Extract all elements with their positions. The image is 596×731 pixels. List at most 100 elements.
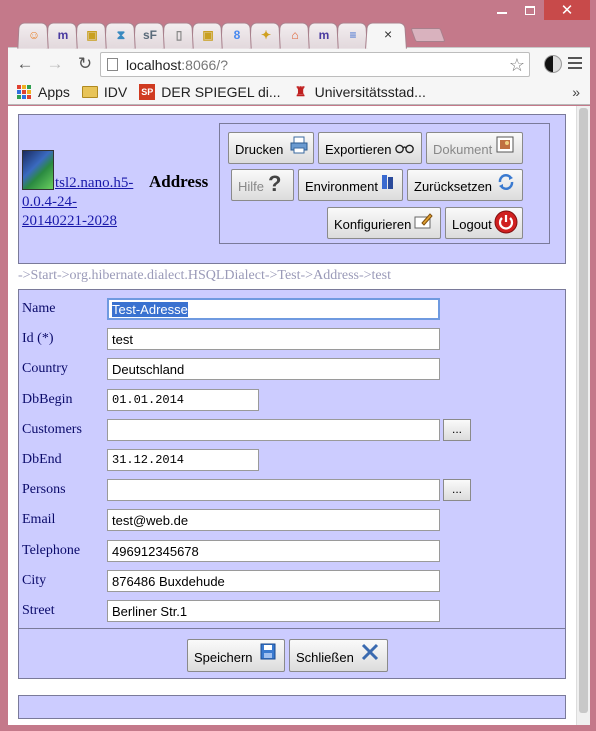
telephone-input[interactable]: 496912345678 — [107, 539, 440, 562]
page-icon — [107, 58, 118, 71]
new-tab-button[interactable] — [410, 28, 446, 42]
document-image-icon — [496, 136, 514, 153]
back-arrow-icon[interactable]: ← — [14, 54, 36, 74]
id-input[interactable]: test — [107, 328, 440, 351]
logout-label: Logout — [452, 217, 492, 232]
printer-icon — [290, 136, 308, 154]
page-title: Address — [149, 172, 209, 191]
bookmarks-bar: Apps IDV SP DER SPIEGEL di... ♜ Universi… — [8, 79, 590, 105]
label-street: Street — [22, 603, 55, 618]
label-persons: Persons — [22, 482, 66, 498]
scroll-thumb[interactable] — [579, 108, 588, 713]
bookmark-label: Apps — [38, 83, 70, 100]
menu-icon[interactable] — [568, 54, 582, 72]
sf-icon: sF — [142, 28, 157, 42]
vertical-scrollbar[interactable] — [576, 106, 590, 725]
page-viewport: tsl2.nano.h5-0.0.4-24-20140221-2028 Addr… — [8, 106, 590, 725]
persons-picker-button[interactable]: ... — [443, 479, 471, 502]
label-city: City — [22, 572, 47, 588]
docs-icon: ≡ — [349, 28, 357, 42]
app-version-link[interactable]: tsl2.nano.h5-0.0.4-24-20140221-2028 — [22, 174, 140, 231]
document-label: Dokument — [433, 142, 493, 157]
folder-icon — [81, 84, 98, 100]
logout-button[interactable]: Logout — [445, 207, 523, 239]
email-input[interactable]: test@web.de — [107, 509, 440, 532]
bookmark-idv[interactable]: IDV — [81, 83, 128, 100]
bookmark-apps[interactable]: Apps — [16, 84, 70, 100]
window-close-button[interactable]: ✕ — [544, 0, 590, 20]
help-button[interactable]: Hilfe ? — [231, 169, 294, 201]
configure-label: Konfigurieren — [334, 217, 412, 232]
city-input[interactable]: 876486 Buxdehude — [107, 569, 440, 592]
spiegel-icon: SP — [139, 83, 156, 100]
configure-button[interactable]: Konfigurieren — [327, 207, 441, 239]
environment-label: Environment — [305, 179, 378, 194]
home-icon: ⌂ — [291, 28, 299, 42]
print-button[interactable]: Drucken — [228, 132, 314, 164]
extension-icon[interactable] — [544, 55, 562, 73]
bookmarks-more-icon[interactable]: » — [572, 84, 580, 100]
address-bar[interactable]: localhost:8066/? ☆ — [100, 52, 530, 77]
maximize-button[interactable] — [516, 0, 544, 20]
browser-toolbar: ← → ↻ localhost:8066/? ☆ — [8, 47, 590, 79]
hourglass-icon: ⧗ — [116, 27, 126, 42]
action-button-group: Drucken Exportieren Dokument Hilfe ? Env… — [219, 123, 550, 244]
label-telephone: Telephone — [22, 542, 81, 558]
customers-input[interactable] — [107, 418, 440, 441]
export-label: Exportieren — [325, 142, 392, 157]
label-name: Name — [22, 301, 56, 316]
label-country: Country — [22, 361, 68, 377]
bookmark-label: DER SPIEGEL di... — [161, 83, 281, 100]
save-button[interactable]: Speichern — [187, 639, 285, 672]
label-dbbegin: DbBegin — [22, 391, 73, 407]
crest-icon: ♜ — [294, 83, 307, 99]
label-customers: Customers — [22, 421, 82, 437]
dbend-input[interactable]: 31.12.2014 — [107, 449, 259, 471]
bookmark-label: Universitätsstad... — [314, 83, 426, 100]
country-input[interactable]: Deutschland — [107, 358, 440, 381]
bookmark-star-icon[interactable]: ☆ — [509, 55, 525, 76]
reload-icon[interactable]: ↻ — [74, 54, 96, 74]
label-email: Email — [22, 512, 56, 528]
google-icon: 8 — [233, 28, 241, 42]
close-x-icon — [361, 643, 379, 661]
header-panel: tsl2.nano.h5-0.0.4-24-20140221-2028 Addr… — [18, 114, 566, 264]
minimize-button[interactable] — [488, 0, 516, 20]
m-logo-icon: m — [318, 28, 330, 42]
save-label: Speichern — [194, 650, 253, 665]
bookmark-university[interactable]: ♜ Universitätsstad... — [293, 84, 426, 100]
edit-pencil-icon — [414, 213, 433, 229]
briefcase-icon: ▣ — [202, 28, 214, 42]
label-dbend: DbEnd — [22, 452, 62, 467]
environment-button[interactable]: Environment — [298, 169, 403, 201]
reset-label: Zurücksetzen — [414, 179, 493, 194]
close-label: Schließen — [296, 650, 354, 665]
bookmark-spiegel[interactable]: SP DER SPIEGEL di... — [139, 83, 281, 100]
name-input[interactable]: Test-Adresse — [107, 298, 440, 320]
selected-text: Test-Adresse — [112, 302, 188, 317]
bookmark-label: IDV — [103, 83, 128, 100]
forward-arrow-icon[interactable]: → — [44, 54, 66, 74]
refresh-arrows-icon — [498, 174, 514, 190]
minimize-icon — [497, 12, 507, 14]
tab-close-icon[interactable]: × — [384, 26, 392, 42]
briefcase-icon: ▣ — [86, 28, 98, 42]
persons-input[interactable] — [107, 479, 440, 502]
form-actions-panel: Speichern Schließen — [18, 629, 566, 679]
power-icon — [494, 210, 518, 234]
m-logo-icon: m — [57, 28, 69, 42]
puzzle-icon: ✦ — [260, 28, 272, 42]
customers-picker-button[interactable]: ... — [443, 418, 471, 441]
floppy-disk-icon — [260, 643, 276, 660]
close-button[interactable]: Schließen — [289, 639, 388, 672]
maximize-icon — [525, 5, 535, 15]
document-icon: ▯ — [175, 28, 183, 42]
firefox-orange-icon: ☺ — [27, 28, 41, 42]
export-button[interactable]: Exportieren — [318, 132, 422, 164]
books-icon — [382, 175, 393, 189]
document-button[interactable]: Dokument — [426, 132, 523, 164]
dbbegin-input[interactable]: 01.01.2014 — [107, 388, 259, 411]
street-input[interactable]: Berliner Str.1 — [107, 600, 440, 622]
reset-button[interactable]: Zurücksetzen — [407, 169, 523, 201]
breadcrumb[interactable]: ->Start->org.hibernate.dialect.HSQLDiale… — [18, 268, 566, 284]
